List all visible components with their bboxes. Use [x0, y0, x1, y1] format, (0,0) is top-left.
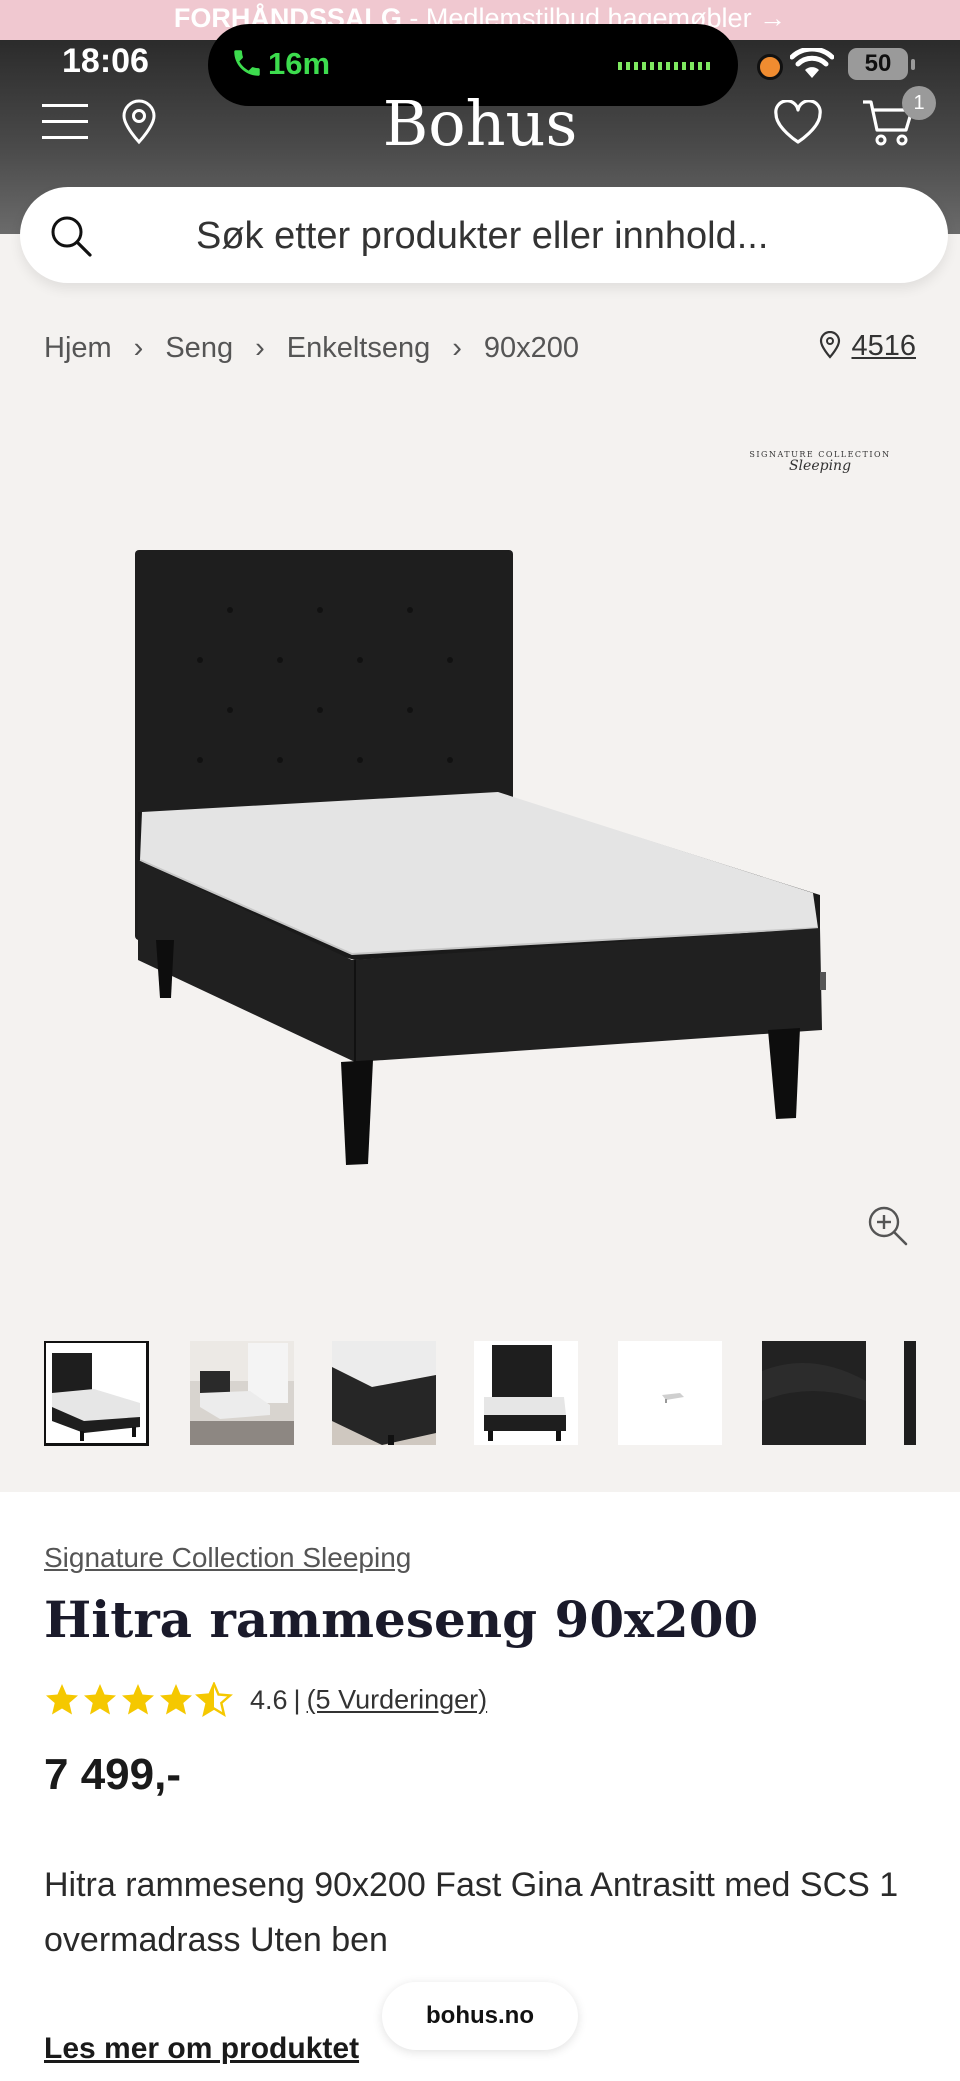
thumbnail-1[interactable]: [44, 1341, 149, 1446]
recording-dot-icon: [757, 54, 783, 80]
thumbnail-6[interactable]: [762, 1341, 866, 1445]
product-description: Hitra rammeseng 90x200 Fast Gina Antrasi…: [44, 1866, 899, 1959]
product-title: Hitra rammeseng 90x200: [44, 1590, 759, 1649]
wifi-icon: [790, 48, 834, 78]
call-duration: 16m: [268, 46, 331, 81]
search-placeholder: Søk etter produkter eller innhold...: [196, 215, 769, 257]
location-pin-icon[interactable]: [118, 98, 160, 146]
reviews-link[interactable]: (5 Vurderinger): [307, 1685, 488, 1715]
audio-wave-icon: [618, 62, 710, 70]
breadcrumb-item-seng[interactable]: Seng: [165, 332, 233, 365]
search-icon: [51, 216, 92, 257]
thumbnail-7[interactable]: [904, 1341, 916, 1445]
bohus-logo[interactable]: Bohus: [360, 84, 600, 164]
store-selector[interactable]: 4516: [819, 330, 916, 363]
breadcrumb: Hjem › Seng › Enkeltseng › 90x200: [44, 332, 579, 365]
breadcrumb-item-size[interactable]: 90x200: [484, 332, 579, 365]
breadcrumb-item-hjem[interactable]: Hjem: [44, 332, 112, 365]
breadcrumb-separator: ›: [255, 332, 265, 364]
product-image[interactable]: [120, 530, 840, 1170]
product-brand-link[interactable]: Signature Collection Sleeping: [44, 1542, 411, 1574]
thumbnail-strip: [44, 1341, 960, 1449]
phone-icon: [234, 50, 260, 76]
cart-count-badge: 1: [902, 86, 936, 120]
signature-collection-logo: SIGNATURE COLLECTION Sleeping: [745, 450, 895, 474]
breadcrumb-separator: ›: [452, 332, 462, 364]
status-time: 18:06: [62, 42, 149, 80]
brand-mark-line2: Sleeping: [788, 458, 852, 474]
browser-url-pill[interactable]: bohus.no: [382, 1982, 578, 2050]
product-price: 7 499,-: [44, 1750, 181, 1799]
breadcrumb-separator: ›: [133, 332, 144, 364]
breadcrumb-item-enkeltseng[interactable]: Enkeltseng: [287, 332, 431, 365]
thumbnail-4[interactable]: [474, 1341, 578, 1445]
rating-separator: |: [293, 1684, 301, 1715]
zoom-in-icon[interactable]: [866, 1204, 910, 1248]
store-number: 4516: [851, 330, 916, 362]
search-input[interactable]: Søk etter produkter eller innhold...: [20, 187, 948, 283]
location-pin-icon: [820, 330, 841, 359]
heart-icon[interactable]: [772, 100, 824, 146]
product-rating: 4.6 | (5 Vurderinger): [44, 1682, 487, 1718]
thumbnail-3[interactable]: [332, 1341, 436, 1445]
menu-icon[interactable]: [42, 104, 88, 140]
thumbnail-5[interactable]: [618, 1341, 722, 1445]
rating-stars-icon: [46, 1682, 232, 1716]
thumbnail-2[interactable]: [190, 1341, 294, 1445]
read-more-link[interactable]: Les mer om produktet: [44, 2032, 359, 2066]
rating-value: 4.6: [250, 1684, 288, 1715]
battery-icon: 50: [848, 48, 915, 80]
